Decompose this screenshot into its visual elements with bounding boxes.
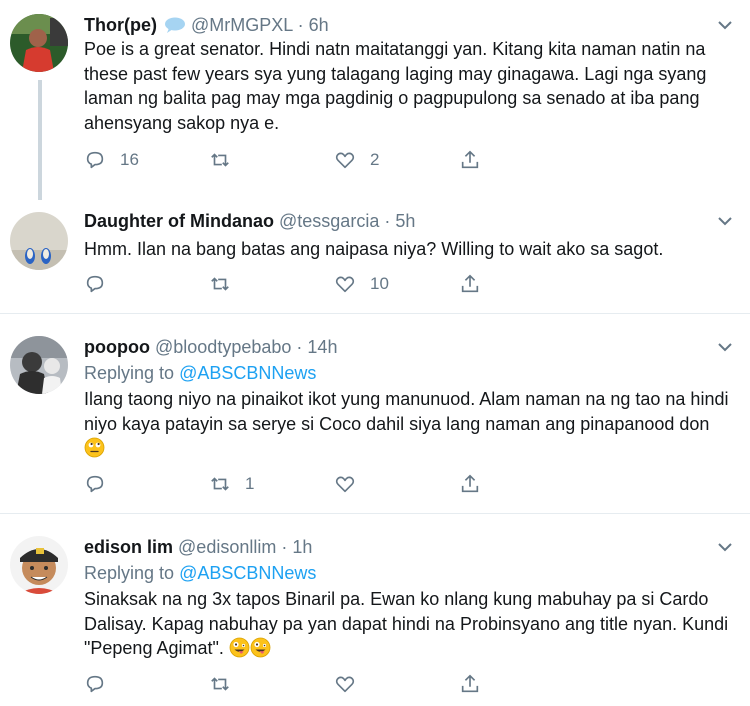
timestamp[interactable]: 6h	[309, 15, 329, 35]
retweet-button[interactable]: 1	[209, 472, 254, 496]
timestamp[interactable]: 5h	[395, 211, 415, 231]
tweet-header: poopoo @bloodtypebabo · 14h	[84, 336, 337, 358]
replying-to-link[interactable]: @ABSCBNNews	[179, 363, 316, 383]
heart-icon	[335, 676, 355, 693]
timestamp[interactable]: 14h	[307, 337, 337, 357]
share-icon	[461, 274, 479, 293]
like-button[interactable]: 2	[334, 148, 379, 172]
avatar[interactable]	[10, 14, 68, 72]
zany-face-emoji-icon	[229, 637, 250, 658]
share-button[interactable]	[459, 672, 481, 696]
share-icon	[461, 150, 479, 169]
separator: ·	[281, 537, 288, 557]
retweet-button[interactable]	[209, 672, 245, 696]
replying-to: Replying to @ABSCBNNews	[84, 361, 316, 385]
like-button[interactable]	[334, 672, 370, 696]
reply-button[interactable]	[84, 272, 120, 296]
display-name[interactable]: Daughter of Mindanao	[84, 211, 274, 231]
speech-bubble-icon	[163, 16, 187, 39]
reply-button[interactable]	[84, 472, 120, 496]
reply-icon	[86, 151, 104, 169]
separator: ·	[384, 211, 391, 231]
chevron-down-icon[interactable]	[714, 210, 736, 232]
avatar[interactable]	[10, 212, 68, 270]
separator: ·	[296, 337, 303, 357]
retweet-icon	[211, 477, 229, 491]
heart-icon	[335, 476, 355, 493]
handle[interactable]: @tessgarcia	[279, 211, 379, 231]
retweet-icon	[211, 277, 229, 291]
replying-to-link[interactable]: @ABSCBNNews	[179, 563, 316, 583]
retweet-button[interactable]	[209, 272, 245, 296]
share-icon	[461, 674, 479, 693]
handle[interactable]: @edisonllim	[178, 537, 276, 557]
like-button[interactable]: 10	[334, 272, 389, 296]
like-count: 2	[370, 150, 380, 169]
reply-count: 16	[120, 150, 139, 169]
rolling-eyes-emoji-icon	[84, 437, 105, 458]
retweet-count: 1	[245, 474, 255, 493]
handle[interactable]: @MrMGPXL	[191, 15, 293, 35]
retweet-button[interactable]	[209, 148, 245, 172]
share-icon	[461, 474, 479, 493]
display-name[interactable]: poopoo	[84, 337, 150, 357]
heart-icon	[335, 152, 355, 169]
reply-button[interactable]: 16	[84, 148, 139, 172]
reply-icon	[86, 275, 104, 293]
like-count: 10	[370, 274, 389, 293]
heart-icon	[335, 276, 355, 293]
timestamp[interactable]: 1h	[292, 537, 312, 557]
tweet-text: Hmm. Ilan na bang batas ang naipasa niya…	[84, 239, 664, 259]
chevron-down-icon[interactable]	[714, 536, 736, 558]
replying-to-label: Replying to	[84, 563, 175, 583]
like-button[interactable]	[334, 472, 370, 496]
tweet-3[interactable]: poopoo @bloodtypebabo · 14h Replying to …	[0, 314, 750, 514]
replying-to: Replying to @ABSCBNNews	[84, 561, 316, 585]
reply-icon	[86, 675, 104, 693]
reply-icon	[86, 475, 104, 493]
tweet-text: Sinaksak na ng 3x tapos Binaril pa. Ewan…	[84, 587, 734, 661]
tweet-2[interactable]: Daughter of Mindanao @tessgarcia · 5h Hm…	[0, 194, 750, 314]
separator: ·	[297, 15, 304, 35]
display-name[interactable]: Thor(pe)	[84, 15, 157, 35]
chevron-down-icon[interactable]	[714, 336, 736, 358]
retweet-icon	[211, 677, 229, 691]
tweet-text: Poe is a great senator. Hindi natn maita…	[84, 39, 707, 133]
tweet-header: Thor(pe) @MrMGPXL · 6h	[84, 14, 329, 39]
zany-face-emoji-icon	[250, 637, 271, 658]
tweet-header: Daughter of Mindanao @tessgarcia · 5h	[84, 210, 415, 232]
share-button[interactable]	[459, 148, 481, 172]
tweet-header: edison lim @edisonllim · 1h	[84, 536, 312, 558]
handle[interactable]: @bloodtypebabo	[155, 337, 291, 357]
share-button[interactable]	[459, 272, 481, 296]
tweet-4[interactable]: edison lim @edisonllim · 1h Replying to …	[0, 514, 750, 706]
reply-button[interactable]	[84, 672, 120, 696]
replying-to-label: Replying to	[84, 363, 175, 383]
tweet-text: Ilang taong niyo na pinaikot ikot yung m…	[84, 387, 734, 461]
retweet-icon	[211, 153, 229, 167]
avatar[interactable]	[10, 536, 68, 594]
chevron-down-icon[interactable]	[714, 14, 736, 36]
share-button[interactable]	[459, 472, 481, 496]
tweet-text-body: Sinaksak na ng 3x tapos Binaril pa. Ewan…	[84, 589, 729, 658]
avatar[interactable]	[10, 336, 68, 394]
tweet-text-body: Ilang taong niyo na pinaikot ikot yung m…	[84, 389, 729, 434]
display-name[interactable]: edison lim	[84, 537, 173, 557]
tweet-1[interactable]: Thor(pe) @MrMGPXL · 6h Poe is a great sen…	[0, 0, 750, 194]
